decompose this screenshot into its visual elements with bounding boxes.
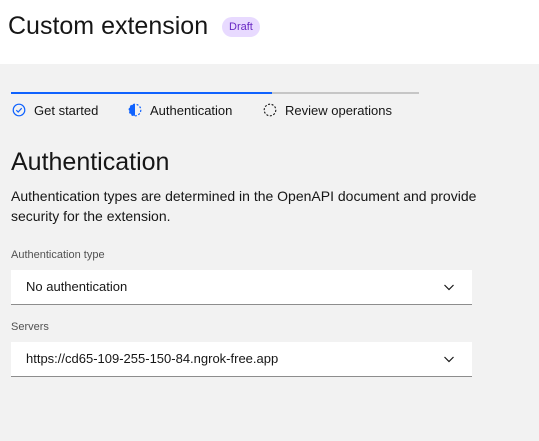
checkmark-outline-icon (12, 103, 26, 117)
status-badge: Draft (222, 17, 260, 37)
step-label: Review operations (285, 102, 392, 118)
step-authentication[interactable]: Authentication (128, 101, 232, 119)
chevron-down-icon (443, 281, 455, 293)
page-header: Custom extension Draft (0, 0, 539, 64)
servers-dropdown[interactable]: https://cd65-109-255-150-84.ngrok-free.a… (11, 342, 472, 377)
progress-indicator: Get started Authentication Review operat… (11, 92, 419, 122)
progress-track (11, 92, 419, 94)
chevron-down-icon (443, 353, 455, 365)
step-review-operations[interactable]: Review operations (263, 101, 392, 119)
section-description: Authentication types are determined in t… (11, 188, 477, 224)
progress-fill (11, 92, 273, 94)
circle-dash-icon (263, 103, 277, 117)
servers-label: Servers (11, 321, 49, 333)
incomplete-half-icon (128, 103, 142, 117)
step-label: Authentication (150, 102, 233, 118)
authentication-type-label: Authentication type (11, 249, 105, 261)
page-title: Custom extension (8, 12, 209, 40)
authentication-type-dropdown[interactable]: No authentication (11, 270, 472, 305)
authentication-type-value: No authentication (26, 279, 128, 294)
section-title: Authentication (11, 148, 170, 176)
servers-value: https://cd65-109-255-150-84.ngrok-free.a… (26, 351, 279, 366)
step-label: Get started (34, 102, 99, 118)
step-get-started[interactable]: Get started (12, 101, 98, 119)
